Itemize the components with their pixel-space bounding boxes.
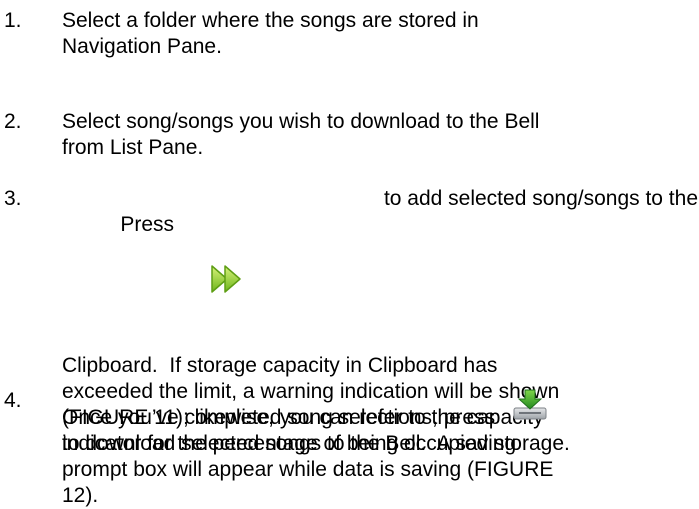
instruction-page: 1. Select a folder where the songs are s… bbox=[0, 0, 699, 507]
step-3-press-word: Press bbox=[120, 213, 175, 236]
step-3-number: 3. bbox=[4, 187, 22, 210]
step-3-line-1-rest: to add selected song/songs to the bbox=[383, 187, 698, 210]
step-4-line-1: Once you’ve completed song selections, p… bbox=[62, 388, 698, 431]
step-4-line-2-text: to download selected songs to the Bell. … bbox=[62, 432, 517, 455]
add-to-clipboard-arrows-icon bbox=[140, 238, 244, 327]
step-4-number: 4. bbox=[4, 389, 22, 412]
step-4-line-3-text: prompt box will appear while data is sav… bbox=[62, 458, 554, 481]
step-2-line-2: from List Pane. bbox=[62, 136, 204, 159]
step-3-line-1: Press to add selected song/songs to the bbox=[62, 186, 698, 353]
step-2-number: 2. bbox=[4, 110, 22, 133]
step-4-line-3: prompt box will appear while data is sav… bbox=[62, 457, 698, 483]
download-to-device-icon bbox=[511, 388, 549, 429]
step-1-line-2: Navigation Pane. bbox=[62, 35, 222, 58]
step-1-number: 1. bbox=[4, 9, 22, 32]
step-4-text: Once you’ve completed song selections, p… bbox=[62, 388, 698, 509]
step-4-line-1-text: Once you’ve completed song selections, p… bbox=[62, 406, 496, 429]
step-1-line-1-text: Select a folder where the songs are stor… bbox=[62, 9, 479, 32]
step-2-text: Select song/songs you wish to download t… bbox=[62, 109, 698, 161]
step-3-line-2: Clipboard. If storage capacity in Clipbo… bbox=[62, 353, 698, 379]
step-4-line-2: to download selected songs to the Bell. … bbox=[62, 431, 698, 457]
step-1-text: Select a folder where the songs are stor… bbox=[62, 8, 698, 60]
step-2-line-1: Select song/songs you wish to download t… bbox=[62, 110, 540, 133]
step-3-line-2-text: Clipboard. If storage capacity in Clipbo… bbox=[62, 354, 498, 377]
step-3-press-label: Press bbox=[62, 186, 244, 353]
step-4-line-4: 12). bbox=[62, 484, 99, 507]
step-1-line-1: Select a folder where the songs are stor… bbox=[62, 8, 698, 34]
